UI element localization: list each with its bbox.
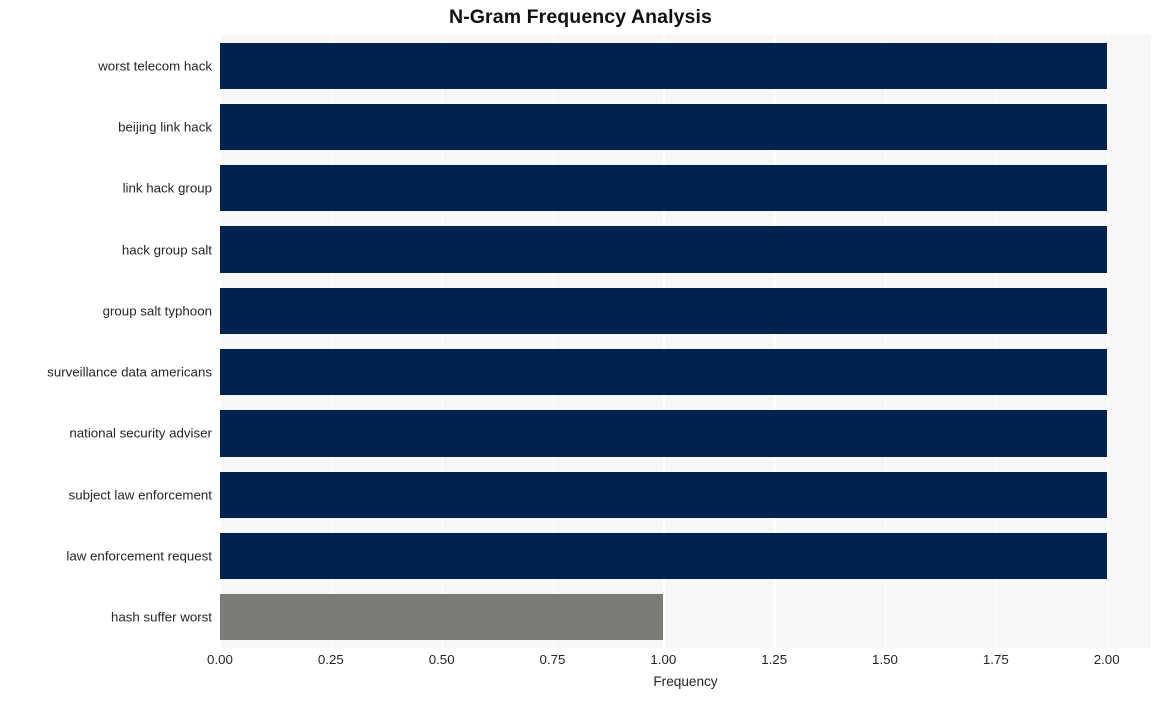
plot-area <box>220 35 1151 648</box>
bar-row[interactable] <box>220 42 1151 89</box>
chart-figure: N-Gram Frequency Analysis worst telecom … <box>0 0 1161 701</box>
y-tick-label: hash suffer worst <box>110 609 212 625</box>
x-tick-label: 2.00 <box>1093 652 1120 667</box>
y-tick-label: hack group salt <box>121 242 212 258</box>
bar[interactable] <box>220 287 1107 334</box>
bar[interactable] <box>220 349 1107 396</box>
bar-row[interactable] <box>220 349 1151 396</box>
y-tick-label: subject law enforcement <box>68 487 212 503</box>
x-tick-label: 1.50 <box>872 652 898 667</box>
chart-title: N-Gram Frequency Analysis <box>449 6 712 28</box>
x-tick-label: 1.25 <box>761 652 788 667</box>
bar-row[interactable] <box>220 594 1151 641</box>
bar[interactable] <box>220 471 1107 518</box>
x-tick-label: 0.00 <box>207 652 233 667</box>
x-tick-label: 1.75 <box>982 652 1009 667</box>
x-tick-label: 0.75 <box>539 652 566 667</box>
y-axis-tick-labels: worst telecom hack beijing link hack link … <box>0 35 212 648</box>
x-tick-label: 1.00 <box>650 652 677 667</box>
y-tick-label: worst telecom hack <box>98 58 212 74</box>
bar-row[interactable] <box>220 471 1151 518</box>
x-tick-label: 0.50 <box>428 652 455 667</box>
bar-row[interactable] <box>220 287 1151 334</box>
bar-row[interactable] <box>220 410 1151 457</box>
bar[interactable] <box>220 165 1107 212</box>
y-tick-label: link hack group <box>122 180 212 196</box>
y-tick-label: surveillance data americans <box>47 364 212 380</box>
bar-row[interactable] <box>220 532 1151 580</box>
bar-series <box>220 35 1151 648</box>
bar[interactable] <box>220 594 664 641</box>
bar-row[interactable] <box>220 103 1151 151</box>
bar[interactable] <box>220 226 1107 273</box>
bar[interactable] <box>220 42 1107 89</box>
bar[interactable] <box>220 410 1107 457</box>
bar-row[interactable] <box>220 226 1151 273</box>
y-tick-label: group salt typhoon <box>102 303 212 319</box>
x-tick-label: 0.25 <box>317 652 344 667</box>
y-tick-label: law enforcement request <box>66 548 212 564</box>
bar[interactable] <box>220 103 1107 151</box>
y-tick-label: beijing link hack <box>118 119 212 135</box>
bar[interactable] <box>220 532 1107 580</box>
y-tick-label: national security adviser <box>69 425 212 441</box>
x-axis-tick-labels: 0.00 0.25 0.50 0.75 1.00 1.25 1.50 1.75 2.00 <box>0 652 1161 674</box>
x-axis-title: Frequency <box>653 674 718 689</box>
bar-row[interactable] <box>220 165 1151 212</box>
